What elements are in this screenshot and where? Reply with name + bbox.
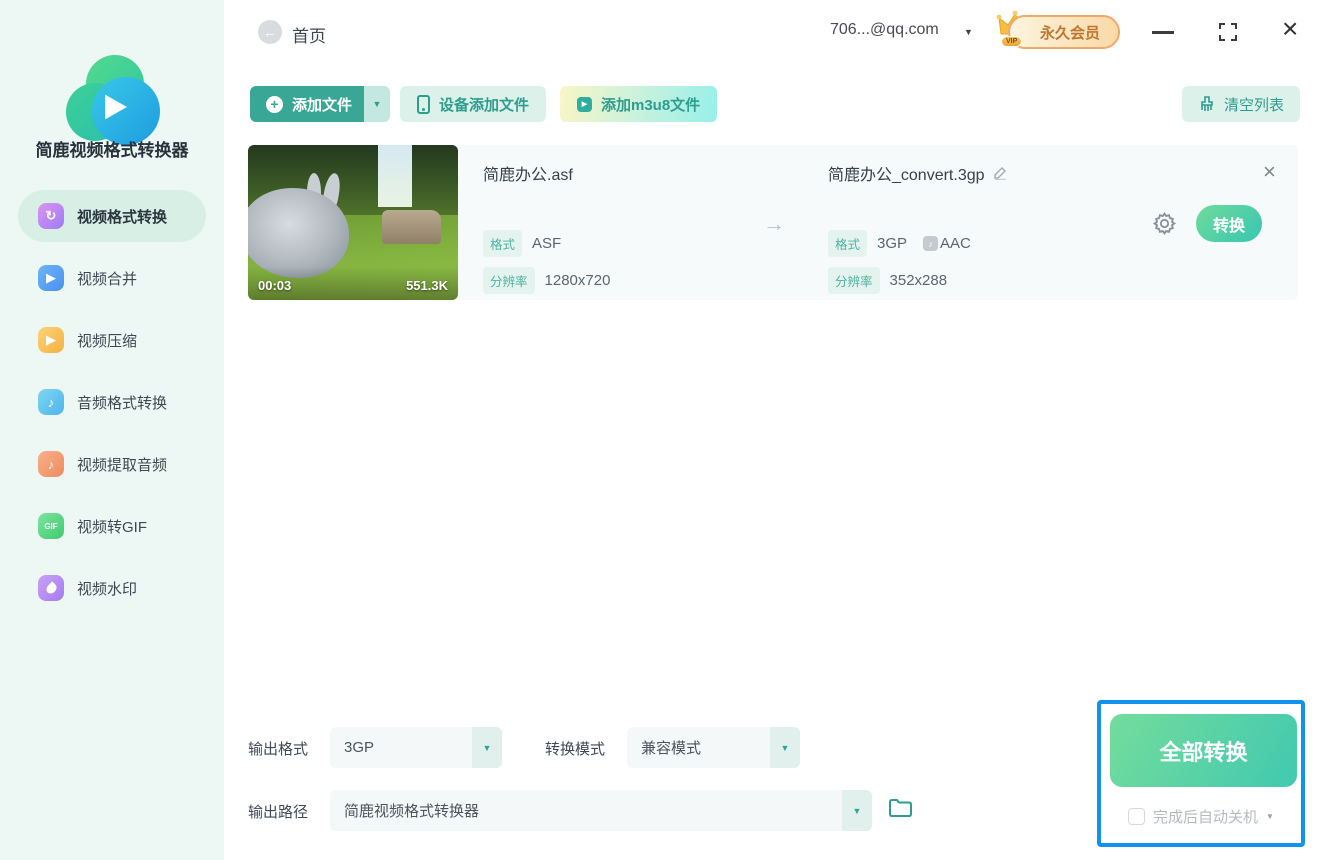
minimize-button[interactable]	[1152, 31, 1174, 34]
video-duration: 00:03	[258, 278, 292, 293]
auto-shutdown-checkbox[interactable]	[1128, 808, 1146, 825]
chevron-down-icon[interactable]: ▼	[1266, 812, 1274, 821]
music-note-icon: ♪	[38, 389, 64, 415]
target-audio-codec: AAC	[940, 235, 971, 252]
edit-filename-icon[interactable]	[993, 165, 1008, 185]
source-format-badge: 格式	[483, 230, 523, 257]
clear-list-button[interactable]: 清空列表	[1182, 86, 1301, 122]
device-add-file-button[interactable]: 设备添加文件	[400, 86, 547, 122]
target-filename-text: 简鹿办公_convert.3gp	[828, 167, 985, 184]
convert-all-button[interactable]: 全部转换	[1110, 714, 1297, 787]
account-email[interactable]: 706...@qq.com	[830, 21, 939, 39]
maximize-button[interactable]	[1219, 23, 1237, 41]
convert-mode-label: 转换模式	[545, 741, 606, 758]
clear-list-label: 清空列表	[1224, 96, 1285, 114]
video-thumbnail[interactable]: 00:03 551.3K	[248, 145, 458, 300]
add-m3u8-button[interactable]: ▶ 添加m3u8文件	[560, 86, 718, 122]
add-file-label: 添加文件	[292, 96, 353, 114]
account-dropdown-icon[interactable]: ▼	[964, 27, 973, 37]
target-resolution-value: 352x288	[889, 272, 948, 289]
video-compress-icon: ▶	[38, 327, 64, 353]
sidebar-item-video-compress[interactable]: ▶ 视频压缩	[18, 314, 206, 366]
sidebar-item-label: 视频转GIF	[77, 518, 147, 536]
convert-mode-value: 兼容模式	[641, 740, 702, 757]
sidebar-item-label: 视频水印	[77, 580, 138, 598]
video-merge-icon: ▶	[38, 265, 64, 291]
sidebar-item-label: 视频压缩	[77, 332, 138, 350]
add-file-button[interactable]: + 添加文件	[250, 86, 369, 122]
sidebar-item-video-format-convert[interactable]: ↻ 视频格式转换	[18, 190, 206, 242]
convert-item-button[interactable]: 转换	[1196, 205, 1262, 242]
chevron-down-icon: ▼	[372, 99, 382, 109]
item-settings-gear-icon[interactable]	[1152, 211, 1177, 236]
target-format-value: 3GP	[877, 235, 908, 252]
output-path-value: 简鹿视频格式转换器	[344, 803, 480, 820]
audio-codec-icon: ♪	[923, 236, 939, 251]
vip-tag: VIP	[1001, 36, 1023, 47]
back-arrow-icon: ←	[263, 24, 277, 40]
source-resolution-value: 1280x720	[544, 272, 611, 289]
sidebar-item-audio-format-convert[interactable]: ♪ 音频格式转换	[18, 376, 206, 428]
sidebar-item-video-merge[interactable]: ▶ 视频合并	[18, 252, 206, 304]
sidebar-item-video-watermark[interactable]: 视频水印	[18, 562, 206, 614]
sidebar-item-extract-audio[interactable]: ♪ 视频提取音频	[18, 438, 206, 490]
page-title: 首页	[292, 27, 326, 46]
back-button[interactable]: ←	[258, 20, 282, 44]
output-path-select[interactable]: 简鹿视频格式转换器 ▼	[330, 790, 872, 831]
app-window: 简鹿视频格式转换器 ↻ 视频格式转换 ▶ 视频合并 ▶ 视频压缩 ♪ 音频格式转…	[0, 0, 1326, 860]
video-file-icon: ▶	[577, 96, 592, 112]
broom-icon	[1201, 96, 1213, 111]
device-add-label: 设备添加文件	[439, 96, 530, 114]
convert-mode-select[interactable]: 兼容模式 ▼	[627, 727, 800, 768]
chevron-down-icon: ▼	[842, 790, 872, 831]
extract-audio-icon: ♪	[38, 451, 64, 477]
add-m3u8-label: 添加m3u8文件	[601, 96, 701, 114]
output-format-value: 3GP	[344, 739, 375, 756]
source-format-value: ASF	[532, 235, 562, 252]
remove-item-icon[interactable]: ×	[1263, 159, 1276, 185]
sidebar-item-label: 视频合并	[77, 270, 138, 288]
output-path-label: 输出路径	[248, 804, 309, 821]
convert-arrow-icon: →	[763, 211, 785, 236]
watermark-drop-icon	[38, 575, 64, 601]
add-file-dropdown-button[interactable]: ▼	[364, 86, 390, 122]
video-convert-icon: ↻	[38, 203, 64, 229]
sidebar-item-label: 音频格式转换	[77, 394, 168, 412]
output-format-label: 输出格式	[248, 741, 309, 758]
source-filename: 简鹿办公.asf	[483, 167, 573, 184]
app-title: 简鹿视频格式转换器	[35, 141, 189, 160]
plus-icon: +	[266, 95, 283, 113]
vip-badge-label: 永久会员	[1040, 24, 1101, 42]
auto-shutdown-row: 完成后自动关机 ▼	[1101, 806, 1301, 827]
chevron-down-icon: ▼	[472, 727, 502, 768]
open-folder-icon[interactable]	[888, 797, 913, 819]
source-resolution-badge: 分辨率	[483, 267, 535, 294]
vip-badge[interactable]: 永久会员	[1008, 15, 1121, 49]
gif-icon: GIF	[38, 513, 64, 539]
phone-icon	[417, 94, 430, 114]
chevron-down-icon: ▼	[770, 727, 800, 768]
target-filename: 简鹿办公_convert.3gp	[828, 161, 1008, 185]
close-button[interactable]: ×	[1282, 13, 1298, 45]
target-resolution-badge: 分辨率	[828, 267, 880, 294]
file-row: 00:03 551.3K 简鹿办公.asf 格式 ASF 分辨率 1280x72…	[248, 145, 1298, 300]
target-format-badge: 格式	[828, 230, 868, 257]
video-filesize: 551.3K	[406, 278, 448, 293]
convert-all-highlight-box: 全部转换 完成后自动关机 ▼	[1097, 700, 1305, 847]
auto-shutdown-label: 完成后自动关机	[1153, 809, 1259, 826]
sidebar-item-label: 视频提取音频	[77, 456, 168, 474]
sidebar: 简鹿视频格式转换器 ↻ 视频格式转换 ▶ 视频合并 ▶ 视频压缩 ♪ 音频格式转…	[0, 0, 224, 860]
sidebar-item-label: 视频格式转换	[77, 208, 168, 226]
output-format-select[interactable]: 3GP ▼	[330, 727, 502, 768]
sidebar-item-video-to-gif[interactable]: GIF 视频转GIF	[18, 500, 206, 552]
